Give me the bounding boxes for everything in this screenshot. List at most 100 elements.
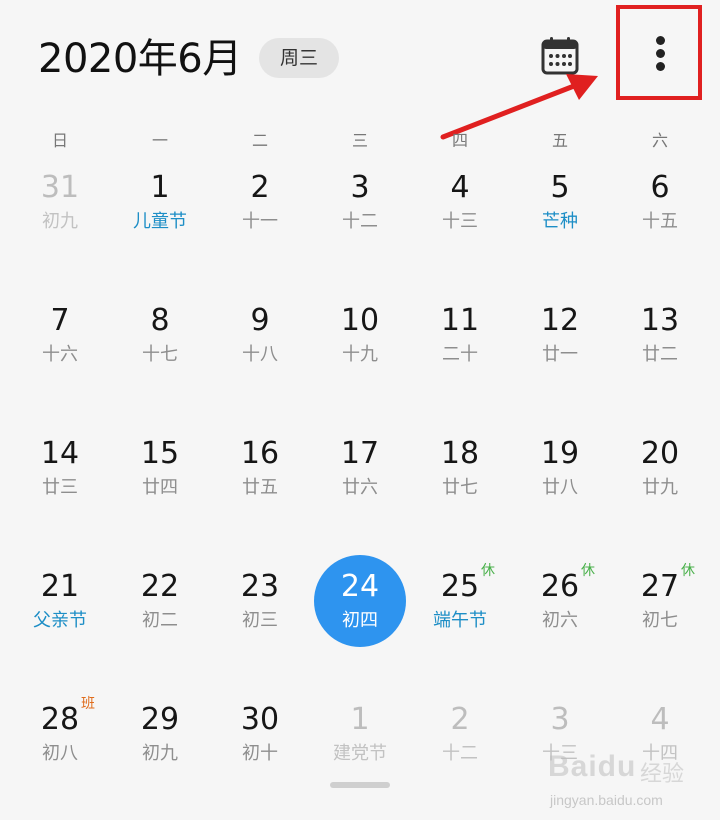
day-cell[interactable]: 30 初十 — [210, 696, 310, 820]
lunar-date: 初九 — [142, 743, 178, 764]
lunar-date: 十二 — [342, 211, 378, 232]
lunar-date: 廿六 — [342, 477, 378, 498]
lunar-date: 二十 — [442, 344, 478, 365]
workday-badge: 班 — [81, 696, 95, 712]
lunar-date: 廿三 — [42, 477, 78, 498]
week-row: 14 廿三 15 廿四 16 廿五 17 廿六 18 廿七 19 廿八 20 廿九 — [10, 430, 710, 563]
day-cell[interactable]: 25 端午节 休 — [410, 563, 510, 696]
day-cell-today[interactable]: 24 初四 — [310, 555, 410, 696]
day-cell[interactable]: 15 廿四 — [110, 430, 210, 563]
day-cell[interactable]: 28 初八 班 — [10, 696, 110, 820]
weekday-header-row: 日 一 二 三 四 五 六 — [10, 126, 710, 156]
day-number: 5 — [550, 170, 570, 205]
lunar-date: 廿一 — [542, 344, 578, 365]
watermark-brand-cn: 经验 — [640, 762, 685, 787]
calendar-icon — [541, 37, 579, 75]
weekday-label: 一 — [151, 131, 168, 150]
festival-label: 芒种 — [542, 211, 578, 232]
day-cell[interactable]: 21 父亲节 — [10, 563, 110, 696]
lunar-date: 廿四 — [142, 477, 178, 498]
day-number: 25 — [440, 569, 480, 604]
day-number: 13 — [640, 303, 680, 338]
watermark-logo: Baidu 经验 jingyan.baidu.com — [548, 748, 714, 814]
day-cell[interactable]: 20 廿九 — [610, 430, 710, 563]
calendar-header: 2020年6月 周三 — [0, 0, 720, 118]
day-number: 30 — [240, 702, 280, 737]
day-number: 2 — [250, 170, 270, 205]
weekday-label: 三 — [351, 131, 368, 150]
lunar-date: 初九 — [42, 211, 78, 232]
day-cell[interactable]: 17 廿六 — [310, 430, 410, 563]
day-number: 4 — [450, 170, 470, 205]
day-cell[interactable]: 23 初三 — [210, 563, 310, 696]
day-cell[interactable]: 9 十八 — [210, 297, 310, 430]
weekday-chip[interactable]: 周三 — [259, 38, 339, 78]
day-cell[interactable]: 11 二十 — [410, 297, 510, 430]
holiday-badge: 休 — [581, 563, 595, 579]
day-cell[interactable]: 3 十二 — [310, 164, 410, 297]
lunar-date: 初二 — [142, 610, 178, 631]
holiday-badge: 休 — [681, 563, 695, 579]
day-cell[interactable]: 5 芒种 — [510, 164, 610, 297]
lunar-date: 初四 — [342, 610, 378, 631]
weekday-label: 六 — [651, 131, 668, 150]
watermark-brand: Baidu — [548, 750, 637, 783]
day-number: 8 — [150, 303, 170, 338]
day-number: 11 — [440, 303, 480, 338]
lunar-date: 十二 — [442, 743, 478, 764]
day-number: 6 — [650, 170, 670, 205]
day-cell[interactable]: 27 初七 休 — [610, 563, 710, 696]
lunar-date: 十九 — [342, 344, 378, 365]
day-number: 3 — [350, 170, 370, 205]
lunar-date: 十五 — [642, 211, 678, 232]
calendar-today-button[interactable] — [538, 34, 582, 78]
weekday-label: 五 — [551, 131, 568, 150]
day-cell[interactable]: 31 初九 — [10, 164, 110, 297]
week-row: 31 初九 1 儿童节 2 十一 3 十二 4 十三 5 芒种 6 十五 — [10, 164, 710, 297]
day-number: 3 — [550, 702, 570, 737]
lunar-date: 十一 — [242, 211, 278, 232]
day-cell[interactable]: 8 十七 — [110, 297, 210, 430]
day-number: 31 — [40, 170, 80, 205]
day-cell[interactable]: 14 廿三 — [10, 430, 110, 563]
drag-handle[interactable] — [330, 782, 390, 788]
day-cell[interactable]: 12 廿一 — [510, 297, 610, 430]
festival-label: 端午节 — [433, 610, 487, 631]
day-cell[interactable]: 22 初二 — [110, 563, 210, 696]
day-cell[interactable]: 13 廿二 — [610, 297, 710, 430]
day-cell[interactable]: 19 廿八 — [510, 430, 610, 563]
day-cell[interactable]: 2 十二 — [410, 696, 510, 820]
day-cell[interactable]: 2 十一 — [210, 164, 310, 297]
day-cell[interactable]: 1 建党节 — [310, 696, 410, 820]
weekday-label: 四 — [451, 131, 468, 150]
lunar-date: 初三 — [242, 610, 278, 631]
annotation-highlight-box — [616, 5, 702, 100]
day-cell[interactable]: 16 廿五 — [210, 430, 310, 563]
lunar-date: 初十 — [242, 743, 278, 764]
day-number: 16 — [240, 436, 280, 471]
lunar-date: 廿五 — [242, 477, 278, 498]
lunar-date: 初六 — [542, 610, 578, 631]
day-number: 24 — [340, 569, 380, 604]
festival-label: 父亲节 — [33, 610, 87, 631]
day-cell[interactable]: 26 初六 休 — [510, 563, 610, 696]
day-cell[interactable]: 6 十五 — [610, 164, 710, 297]
day-number: 7 — [50, 303, 70, 338]
day-number: 12 — [540, 303, 580, 338]
weekday-label: 日 — [51, 131, 68, 150]
day-number: 19 — [540, 436, 580, 471]
day-cell[interactable]: 1 儿童节 — [110, 164, 210, 297]
day-number: 18 — [440, 436, 480, 471]
festival-label: 儿童节 — [133, 211, 187, 232]
day-cell[interactable]: 10 十九 — [310, 297, 410, 430]
lunar-date: 十八 — [242, 344, 278, 365]
day-cell[interactable]: 29 初九 — [110, 696, 210, 820]
day-number: 27 — [640, 569, 680, 604]
day-cell[interactable]: 18 廿七 — [410, 430, 510, 563]
lunar-date: 十六 — [42, 344, 78, 365]
day-number: 17 — [340, 436, 380, 471]
day-cell[interactable]: 4 十三 — [410, 164, 510, 297]
month-title[interactable]: 2020年6月 — [38, 32, 242, 86]
day-number: 28 — [40, 702, 80, 737]
day-cell[interactable]: 7 十六 — [10, 297, 110, 430]
